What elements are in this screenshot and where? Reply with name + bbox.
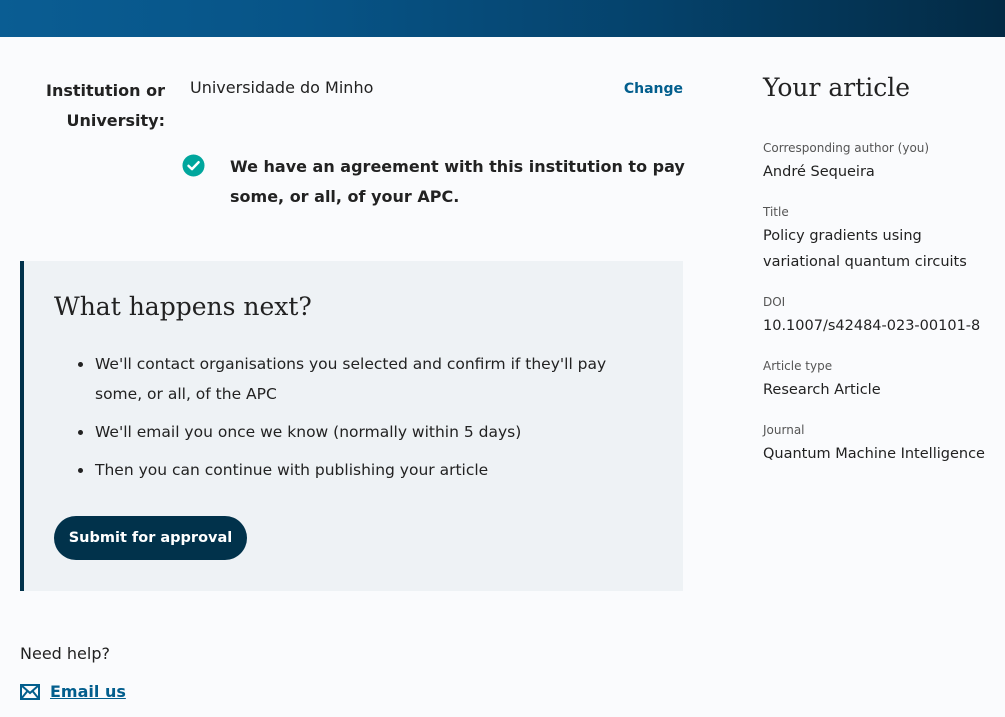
list-item-text: We'll email you once we know (normally w… [95,423,522,441]
title-field: Title Policy gradients using variational… [763,203,998,275]
doi-field: DOI 10.1007/s42484-023-00101-8 [763,293,998,339]
list-item: We'll email you once we know (normally w… [54,417,614,447]
field-label: Title [763,205,789,219]
change-institution-link[interactable]: Change [600,78,683,100]
corresponding-author-field: Corresponding author (you) André Sequeir… [763,139,998,185]
list-item: Then you can continue with publishing yo… [54,455,614,485]
email-us-label: Email us [50,682,126,701]
field-value: André Sequeira [763,164,875,180]
next-steps-panel: What happens next? We'll contact organis… [20,261,683,591]
email-us-link[interactable]: Email us [20,680,126,704]
agreement-text: We have an agreement with this instituti… [230,157,685,206]
next-steps-heading: What happens next? [54,292,312,321]
article-type-field: Article type Research Article [763,357,998,403]
institution-name: Universidade do Minho [190,78,374,97]
mail-icon [20,684,40,700]
field-value: 10.1007/s42484-023-00101-8 [763,318,981,334]
field-label: Corresponding author (you) [763,141,930,155]
bullet-icon [78,362,83,367]
next-steps-list: We'll contact organisations you selected… [54,349,614,493]
bullet-icon [78,468,83,473]
list-item-text: We'll contact organisations you selected… [95,355,607,403]
check-circle-icon [182,154,205,177]
institution-label: Institution or University: [45,81,165,130]
top-banner [0,0,1005,37]
submit-for-approval-button[interactable]: Submit for approval [54,516,247,560]
list-item: We'll contact organisations you selected… [54,349,614,409]
field-value: Quantum Machine Intelligence [763,446,985,462]
journal-field: Journal Quantum Machine Intelligence [763,421,998,467]
need-help-heading: Need help? [20,644,110,663]
field-value: Policy gradients using variational quant… [763,228,967,270]
field-label: DOI [763,295,786,309]
field-label: Article type [763,359,833,373]
field-value: Research Article [763,382,881,398]
field-label: Journal [763,423,805,437]
list-item-text: Then you can continue with publishing yo… [95,461,489,479]
bullet-icon [78,430,83,435]
your-article-heading: Your article [763,73,911,102]
